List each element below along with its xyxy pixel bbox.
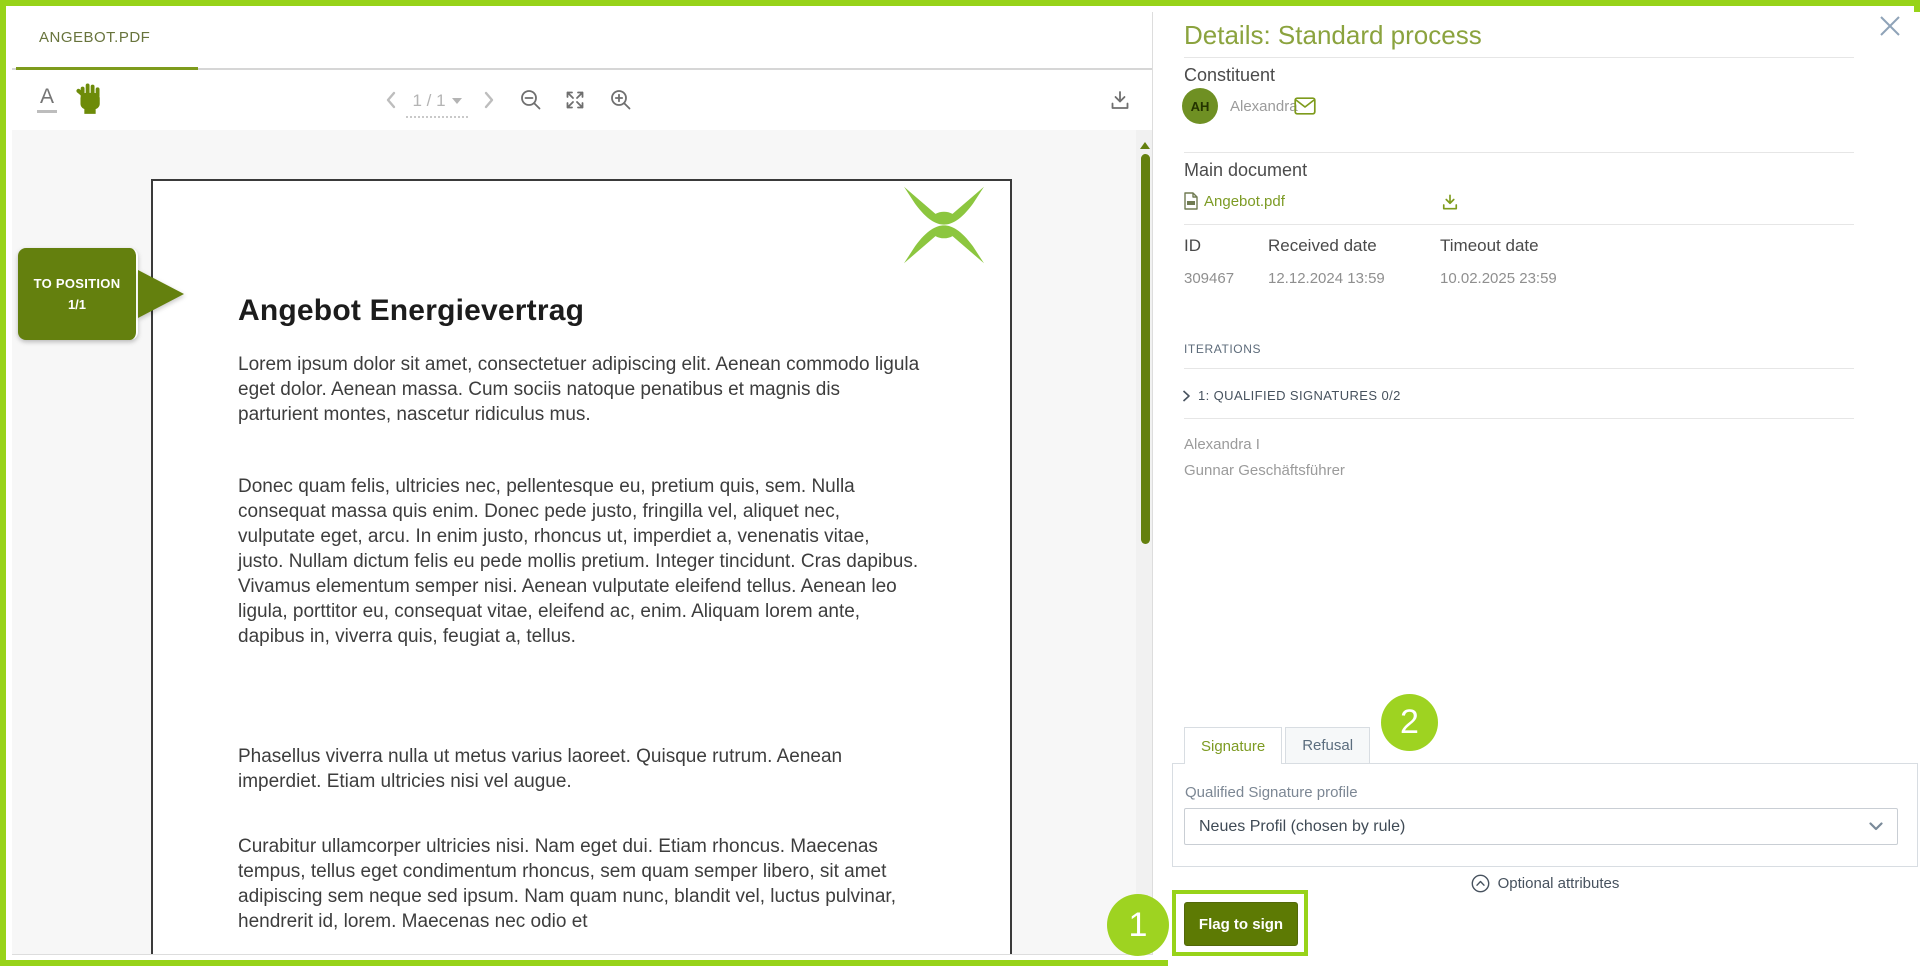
main-document-file[interactable]: Angebot.pdf [1184, 192, 1285, 210]
page-dropdown-caret-icon [452, 98, 462, 104]
meta-value-timeout: 10.02.2025 23:59 [1440, 270, 1557, 287]
viewer-scrollbar-thumb[interactable] [1141, 154, 1150, 544]
optional-attributes-label: Optional attributes [1498, 875, 1620, 892]
page-indicator-label: 1 / 1 [412, 91, 445, 111]
document-tabbar: ANGEBOT.PDF [12, 12, 1152, 70]
iterations-heading: ITERATIONS [1184, 342, 1261, 356]
to-position-count: 1/1 [68, 297, 86, 312]
signature-profile-value: Neues Profil (chosen by rule) [1199, 818, 1869, 836]
pan-tool-button[interactable] [74, 80, 106, 116]
zoom-out-button[interactable] [518, 87, 544, 113]
constituent-heading: Constituent [1184, 65, 1275, 86]
font-underline-bar [37, 110, 57, 113]
hand-icon [75, 81, 105, 115]
to-position-badge[interactable]: TO POSITION 1/1 [18, 248, 138, 340]
divider [1184, 152, 1854, 153]
constituent-name: Alexandra [1230, 98, 1298, 115]
callout-badge-2: 2 [1381, 694, 1438, 751]
document-paragraph: Phasellus viverra nulla ut metus varius … [238, 744, 920, 794]
meta-header-timeout: Timeout date [1440, 236, 1539, 256]
meta-value-row: 309467 12.12.2024 13:59 10.02.2025 23:59 [1184, 270, 1557, 287]
chevron-left-icon [384, 90, 398, 110]
divider [1184, 224, 1854, 225]
pdf-file-icon [1184, 192, 1198, 210]
meta-value-id: 309467 [1184, 270, 1268, 287]
meta-header-row: ID Received date Timeout date [1184, 236, 1539, 256]
divider [1184, 368, 1854, 369]
pdf-viewer-card: ANGEBOT.PDF A [12, 12, 1153, 955]
zoom-out-icon [519, 88, 543, 112]
chevron-up-circle-icon [1471, 874, 1490, 893]
signature-profile-select[interactable]: Neues Profil (chosen by rule) [1184, 808, 1898, 845]
tab-refusal[interactable]: Refusal [1285, 727, 1370, 764]
document-paragraph: Donec quam felis, ultricies nec, pellent… [238, 474, 920, 649]
zoom-in-icon [609, 88, 633, 112]
fullscreen-icon [563, 88, 587, 112]
tab-angebot-pdf[interactable]: ANGEBOT.PDF [39, 29, 150, 46]
text-annotation-tool-button[interactable]: A [34, 85, 60, 115]
viewer-toolbar: A [12, 70, 1152, 130]
main-document-filename: Angebot.pdf [1204, 193, 1285, 210]
app-root: ANGEBOT.PDF A [12, 12, 1908, 954]
meta-header-id: ID [1184, 236, 1268, 256]
iteration-expander[interactable]: 1: QUALIFIED SIGNATURES 0/2 [1180, 388, 1401, 403]
panel-title: Details: Standard process [1184, 20, 1482, 51]
document-scroll-area[interactable]: Angebot Energievertrag Lorem ipsum dolor… [12, 130, 1152, 954]
page-indicator[interactable]: 1 / 1 [406, 86, 468, 118]
document-paragraph: Curabitur ullamcorper ultricies nisi. Na… [238, 834, 920, 934]
download-icon [1440, 192, 1460, 212]
action-tabs: Signature Refusal [1184, 727, 1370, 764]
to-position-arrow [138, 270, 184, 318]
download-document-button[interactable] [1106, 86, 1134, 114]
signer-name: Gunnar Geschäftsführer [1184, 462, 1345, 479]
next-page-button[interactable] [478, 88, 500, 112]
chevron-right-icon [1180, 389, 1192, 403]
flag-button-highlight [1172, 890, 1308, 956]
tab-signature[interactable]: Signature [1184, 727, 1282, 764]
divider [1184, 57, 1854, 58]
download-icon [1108, 88, 1132, 112]
document-paragraph: Lorem ipsum dolor sit amet, consectetuer… [238, 352, 920, 427]
font-icon: A [40, 87, 54, 107]
previous-page-button[interactable] [380, 88, 402, 112]
brand-x-logo [901, 185, 987, 265]
envelope-icon [1294, 97, 1316, 115]
chevron-down-icon [1869, 822, 1883, 831]
pdf-page: Angebot Energievertrag Lorem ipsum dolor… [151, 179, 1012, 954]
scrollbar-up-arrow-icon[interactable] [1140, 142, 1150, 149]
close-icon [1877, 13, 1903, 39]
chevron-right-icon [482, 90, 496, 110]
iteration-label: 1: QUALIFIED SIGNATURES 0/2 [1198, 388, 1401, 403]
document-title: Angebot Energievertrag [238, 294, 584, 328]
divider [1184, 418, 1854, 419]
callout-badge-1: 1 [1107, 894, 1169, 956]
meta-header-received: Received date [1268, 236, 1440, 256]
zoom-in-button[interactable] [608, 87, 634, 113]
download-file-button[interactable] [1438, 190, 1462, 214]
signer-name: Alexandra I [1184, 436, 1260, 453]
details-panel: Details: Standard process Constituent AH… [1168, 12, 1920, 966]
signature-profile-label: Qualified Signature profile [1185, 784, 1358, 801]
meta-value-received: 12.12.2024 13:59 [1268, 270, 1440, 287]
fullscreen-button[interactable] [562, 87, 588, 113]
main-document-heading: Main document [1184, 160, 1307, 181]
avatar: AH [1182, 88, 1218, 124]
to-position-label: TO POSITION [34, 276, 121, 291]
close-dialog-button[interactable] [1874, 10, 1906, 42]
send-email-button[interactable] [1292, 94, 1318, 118]
